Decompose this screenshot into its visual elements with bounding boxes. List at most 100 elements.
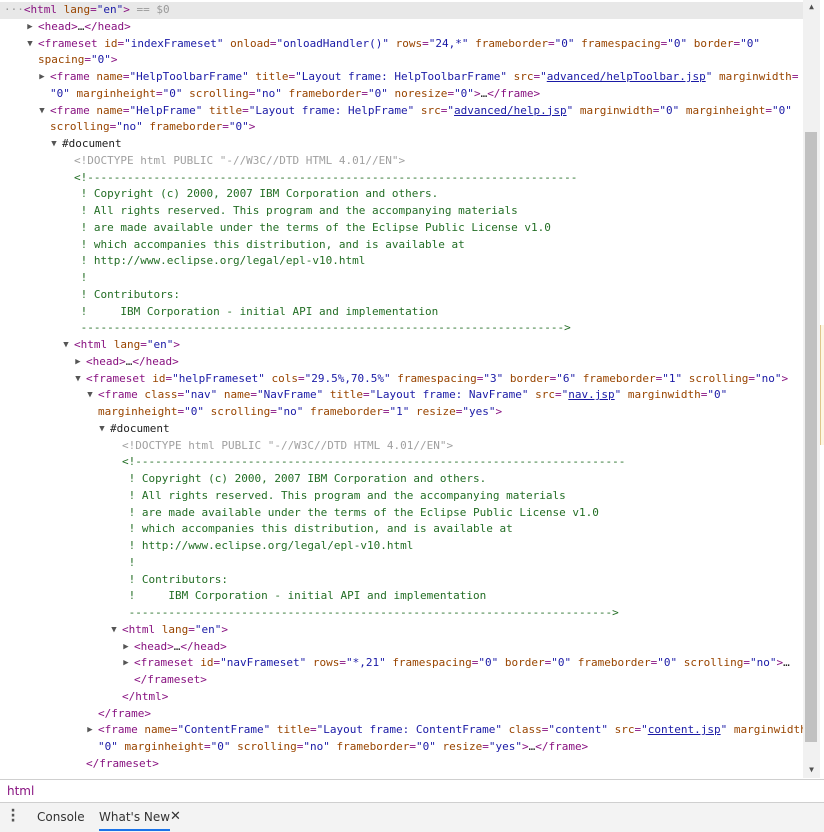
tree-row[interactable]: marginheight="0" scrolling="no" framebor… <box>0 404 803 421</box>
collapse-triangle-icon[interactable]: ▼ <box>98 421 106 438</box>
tree-row[interactable]: spacing="0"> <box>0 52 803 69</box>
token: "no" <box>750 656 777 670</box>
collapse-triangle-icon[interactable]: ▼ <box>38 103 46 120</box>
tree-row[interactable]: ▶ <head>…</head> <box>0 639 803 656</box>
tree-row[interactable]: ▶ <frame name="HelpToolbarFrame" title="L… <box>0 69 803 86</box>
tree-row[interactable]: ▼ #document <box>0 136 803 153</box>
expand-triangle-icon[interactable]: ▶ <box>122 639 130 656</box>
tab-whats-new[interactable]: What's New <box>99 810 171 831</box>
token: id <box>200 656 214 670</box>
token: "0" <box>554 36 582 50</box>
expand-triangle-icon[interactable]: ▶ <box>26 19 34 36</box>
tree-row[interactable]: ▶ <head>…</head> <box>0 354 803 371</box>
tree-row[interactable]: ! http://www.eclipse.org/legal/epl-v10.h… <box>0 538 803 555</box>
tree-row[interactable]: ▼ <frame name="HelpFrame" title="Layout f… <box>0 103 803 120</box>
token: " <box>614 388 628 402</box>
tree-row[interactable]: ! are made available under the terms of … <box>0 505 803 522</box>
expand-triangle-icon[interactable]: ▶ <box>74 354 82 371</box>
tree-row[interactable]: <!DOCTYPE html PUBLIC "-//W3C//DTD HTML … <box>0 153 803 170</box>
tree-row[interactable]: ! Copyright (c) 2000, 2007 IBM Corporati… <box>0 471 803 488</box>
tree-row[interactable]: </html> <box>0 689 803 706</box>
token: ! which accompanies this distribution, a… <box>74 237 465 251</box>
tree-row[interactable]: ···<html lang="en"> == $0 <box>0 2 803 19</box>
tree-row[interactable]: <!--------------------------------------… <box>0 454 803 471</box>
tree-row[interactable]: ▼ #document <box>0 421 803 438</box>
collapse-triangle-icon[interactable]: ▼ <box>110 622 118 639</box>
source-link[interactable]: advanced/helpToolbar.jsp <box>547 70 706 83</box>
tree-row[interactable]: ▼ <html lang="en"> <box>0 622 803 639</box>
tree-row[interactable]: scrolling="no" frameborder="0"> <box>0 119 803 136</box>
tree-row-text: marginheight="0" scrolling="no" framebor… <box>98 404 502 421</box>
token: lang <box>113 338 141 351</box>
expand-triangle-icon[interactable]: ▶ <box>38 69 46 86</box>
token: ----------------------------------------… <box>122 606 619 619</box>
tree-row[interactable]: ▶ <frameset id="navFrameset" rows="*,21" … <box>0 655 803 672</box>
tree-row[interactable]: ! All rights reserved. This program and … <box>0 488 803 505</box>
token: ! Contributors: <box>122 572 228 586</box>
scroll-up-arrow-icon[interactable]: ▲ <box>803 2 820 11</box>
token: "no" <box>276 405 310 418</box>
token: scrolling <box>237 740 297 753</box>
tree-row-text: ! Copyright (c) 2000, 2007 IBM Corporati… <box>74 186 439 203</box>
tree-row[interactable]: </frame> <box>0 706 803 723</box>
tree-row[interactable]: ▶ <frame name="ContentFrame" title="Layou… <box>0 722 803 739</box>
tree-row[interactable]: ▼ <frame class="nav" name="NavFrame" titl… <box>0 387 803 404</box>
tab-console[interactable]: Console <box>37 810 85 824</box>
tree-row[interactable]: ▶ <head>…</head> <box>0 19 803 36</box>
token: resize <box>442 740 483 753</box>
source-link[interactable]: content.jsp <box>648 723 721 736</box>
collapse-triangle-icon[interactable]: ▼ <box>26 36 34 53</box>
tree-row[interactable]: ! Contributors: <box>0 287 803 304</box>
tree-row[interactable]: ! http://www.eclipse.org/legal/epl-v10.h… <box>0 253 803 270</box>
tree-row[interactable]: ! All rights reserved. This program and … <box>0 203 803 220</box>
tree-row[interactable]: ! <box>0 270 803 287</box>
collapse-triangle-icon[interactable]: ▼ <box>74 371 82 388</box>
expand-triangle-icon[interactable]: ▶ <box>86 722 94 739</box>
token: "0" <box>367 86 395 100</box>
tree-row[interactable]: ▼ <html lang="en"> <box>0 337 803 354</box>
breadcrumb-html[interactable]: html <box>7 784 34 798</box>
tree-row[interactable]: <!--------------------------------------… <box>0 170 803 187</box>
tree-row[interactable]: "0" marginheight="0" scrolling="no" fram… <box>0 739 803 756</box>
tree-row-text: spacing="0"> <box>38 52 117 69</box>
scroll-down-arrow-icon[interactable]: ▼ <box>803 765 820 774</box>
elements-tree[interactable]: ···<html lang="en"> == $0 ▶ <head>…</head>… <box>0 0 803 778</box>
tree-row[interactable]: </frameset> <box>0 756 803 773</box>
tree-row[interactable]: ! Copyright (c) 2000, 2007 IBM Corporati… <box>0 186 803 203</box>
source-link[interactable]: advanced/help.jsp <box>454 104 567 117</box>
tree-row[interactable]: ! Contributors: <box>0 572 803 589</box>
expand-triangle-icon[interactable]: ▶ <box>122 655 130 672</box>
token: "0" <box>184 405 211 418</box>
source-link[interactable]: nav.jsp <box>568 388 614 401</box>
tree-row[interactable]: ! are made available under the terms of … <box>0 220 803 237</box>
token: "HelpFrame" <box>129 103 209 117</box>
tree-row[interactable]: ! which accompanies this distribution, a… <box>0 237 803 254</box>
tree-row[interactable]: </frameset> <box>0 672 803 689</box>
tree-row[interactable]: ▼ <frameset id = "indexFrameset" onload = "on… <box>0 36 803 53</box>
kebab-menu-icon[interactable]: · · · <box>10 804 16 828</box>
tree-row[interactable]: ----------------------------------------… <box>0 320 803 337</box>
tree-row[interactable]: <!DOCTYPE html PUBLIC "-//W3C//DTD HTML … <box>0 438 803 455</box>
token: "0" <box>740 36 760 50</box>
tree-row-text: <frameset id="navFrameset" rows="*,21" f… <box>134 655 790 672</box>
tree-row[interactable]: ! IBM Corporation - initial API and impl… <box>0 304 803 321</box>
token: = <box>140 338 147 351</box>
collapse-triangle-icon[interactable]: ▼ <box>86 387 94 404</box>
tree-row[interactable]: ! <box>0 555 803 572</box>
close-icon[interactable]: ✕ <box>170 809 181 824</box>
tree-row[interactable]: "0" marginheight="0" scrolling="no" fram… <box>0 86 803 103</box>
tree-row[interactable]: ! IBM Corporation - initial API and impl… <box>0 588 803 605</box>
tree-row[interactable]: ! which accompanies this distribution, a… <box>0 521 803 538</box>
elements-scrollbar-thumb[interactable] <box>805 132 817 742</box>
tree-row-text: ! http://www.eclipse.org/legal/epl-v10.h… <box>122 538 414 555</box>
tree-row[interactable]: ▼ <frameset id="helpFrameset" cols="29.5%… <box>0 371 803 388</box>
token: <html <box>23 3 64 16</box>
token: "indexFrameset" <box>124 36 231 50</box>
token: <!DOCTYPE html PUBLIC "-//W3C//DTD HTML … <box>74 153 406 167</box>
collapse-triangle-icon[interactable]: ▼ <box>62 337 70 354</box>
collapse-triangle-icon[interactable]: ▼ <box>50 136 58 153</box>
token: #document <box>62 137 122 150</box>
token: = <box>362 388 370 402</box>
token: = <box>482 740 489 753</box>
tree-row[interactable]: ----------------------------------------… <box>0 605 803 622</box>
